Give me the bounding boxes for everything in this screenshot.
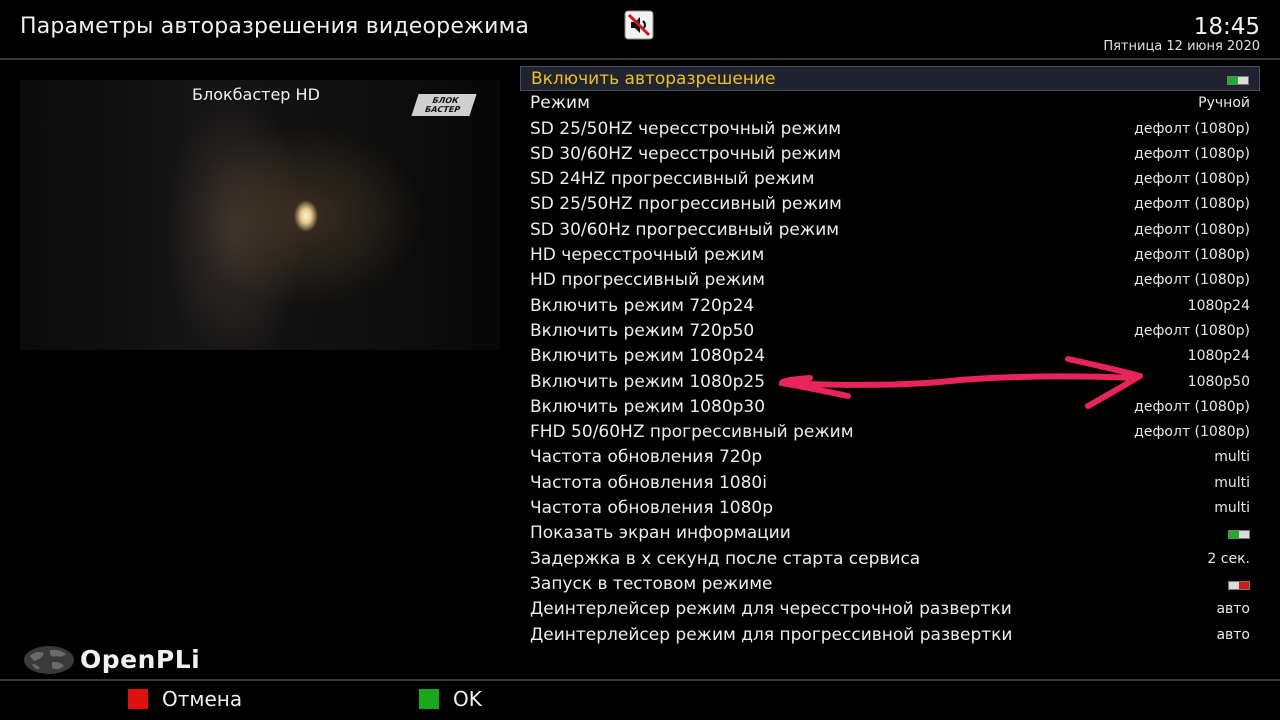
menu-row[interactable]: Частота обновления 1080p multi — [520, 496, 1260, 521]
menu-row-label: SD 25/50HZ чересстрочный режим — [530, 118, 842, 139]
menu-row[interactable]: Режим Ручной — [520, 91, 1260, 116]
menu-row[interactable]: Задержка в x секунд после старта сервиса… — [520, 547, 1260, 572]
ok-button[interactable]: OK — [419, 688, 519, 710]
menu-row-value: 1080p50 — [1187, 373, 1250, 390]
ok-label: OK — [453, 687, 482, 711]
menu-row[interactable]: SD 25/50HZ чересстрочный режим дефолт (10… — [520, 117, 1260, 142]
menu-row-value: дефолт (1080p) — [1134, 398, 1250, 415]
menu-row-label: Частота обновления 720p — [530, 447, 763, 468]
menu-row[interactable]: Частота обновления 1080i multi — [520, 471, 1260, 496]
menu-row-label: Включить режим 720p50 — [530, 320, 755, 341]
menu-row[interactable]: Показать экран информации — [520, 521, 1260, 546]
menu-row-value: дефолт (1080p) — [1134, 221, 1250, 238]
menu-row[interactable]: HD чересстрочный режим дефолт (1080p) — [520, 243, 1260, 268]
menu-row-label: Включить авторазрешение — [531, 69, 776, 89]
menu-row[interactable]: Включить режим 1080p30 дефолт (1080p) — [520, 395, 1260, 420]
menu-row[interactable]: FHD 50/60HZ прогрессивный режим дефолт (1… — [520, 420, 1260, 445]
menu-row[interactable]: SD 30/60Hz прогрессивный режим дефолт (10… — [520, 218, 1260, 243]
page-title: Параметры авторазрешения видеорежима — [20, 14, 530, 39]
menu-row-value: авто — [1216, 601, 1250, 618]
menu-row-label: Частота обновления 1080i — [530, 472, 767, 493]
menu-row-label: Деинтерлейсер режим для прогрессивной ра… — [530, 624, 1013, 645]
video-preview: Блокбастер HD БЛОК БАСТЕР — [20, 80, 500, 350]
header-divider — [0, 58, 1280, 60]
menu-row-value: дефолт (1080p) — [1134, 322, 1250, 339]
menu-row-value: Ручной — [1198, 95, 1250, 112]
menu-row-label: Показать экран информации — [530, 523, 791, 544]
menu-row[interactable]: SD 25/50HZ прогрессивный режим дефолт (10… — [520, 192, 1260, 217]
menu-row-value: дефолт (1080p) — [1134, 247, 1250, 264]
menu-row-value: авто — [1216, 626, 1250, 643]
menu-row-label: Деинтерлейсер режим для чересстрочной ра… — [530, 599, 1012, 620]
menu-row[interactable]: Включить режим 720p50 дефолт (1080p) — [520, 319, 1260, 344]
menu-row-label: HD прогрессивный режим — [530, 270, 765, 291]
menu-row[interactable]: HD прогрессивный режим дефолт (1080p) — [520, 268, 1260, 293]
date: Пятница 12 июня 2020 — [1103, 39, 1260, 54]
menu-row-label: SD 30/60Hz прогрессивный режим — [530, 219, 840, 240]
clock: 18:45 — [1193, 14, 1260, 40]
cancel-label: Отмена — [162, 687, 243, 711]
menu-row-label: SD 30/60HZ чересстрочный режим — [530, 143, 842, 164]
brand-name: OpenPLi — [80, 645, 201, 674]
toggle-on-icon[interactable] — [1227, 76, 1249, 85]
preview-channel-name: Блокбастер HD — [192, 85, 320, 104]
menu-row-value: multi — [1214, 500, 1250, 517]
globe-icon — [24, 646, 74, 674]
footer-divider — [0, 679, 1280, 681]
menu-row[interactable]: Включить режим 1080p24 1080p24 — [520, 344, 1260, 369]
menu-row-label: Задержка в x секунд после старта сервиса — [530, 548, 921, 569]
menu-row[interactable]: Деинтерлейсер режим для чересстрочной ра… — [520, 597, 1260, 622]
menu-row[interactable]: Включить режим 720p24 1080p24 — [520, 294, 1260, 319]
menu-row-label: Запуск в тестовом режиме — [530, 573, 773, 594]
green-key-icon — [419, 689, 439, 709]
menu-row[interactable]: Включить режим 1080p25 1080p50 — [520, 370, 1260, 395]
menu-row[interactable]: Запуск в тестовом режиме — [520, 572, 1260, 597]
settings-menu: Включить авторазрешение Режим Ручной SD 25/… — [520, 66, 1260, 648]
menu-row-label: Включить режим 1080p30 — [530, 396, 766, 417]
menu-row-label: Частота обновления 1080p — [530, 498, 774, 519]
menu-row-label: Включить режим 1080p24 — [530, 346, 766, 367]
menu-row[interactable]: Частота обновления 720p multi — [520, 445, 1260, 470]
menu-row-value: дефолт (1080p) — [1134, 196, 1250, 213]
menu-row[interactable]: Включить авторазрешение — [520, 66, 1260, 92]
channel-logo: БЛОК БАСТЕР — [411, 94, 477, 116]
menu-row[interactable]: SD 24HZ прогрессивный режим дефолт (1080p… — [520, 167, 1260, 192]
channel-logo-line1: БЛОК — [430, 96, 460, 105]
menu-row-value: multi — [1214, 449, 1250, 466]
menu-row-value: 1080p24 — [1187, 348, 1250, 365]
channel-logo-line2: БАСТЕР — [423, 105, 462, 114]
menu-row-value: дефолт (1080p) — [1134, 272, 1250, 289]
cancel-button[interactable]: Отмена — [128, 688, 288, 710]
mute-icon — [624, 10, 654, 40]
menu-row-label: Включить режим 1080p25 — [530, 371, 766, 392]
menu-row-label: SD 24HZ прогрессивный режим — [530, 169, 815, 190]
menu-row-value: дефолт (1080p) — [1134, 145, 1250, 162]
toggle-off-icon[interactable] — [1228, 580, 1250, 590]
menu-row[interactable]: SD 30/60HZ чересстрочный режим дефолт (10… — [520, 142, 1260, 167]
menu-row-value: дефолт (1080p) — [1134, 171, 1250, 188]
menu-row-label: Режим — [530, 93, 590, 114]
menu-row-label: FHD 50/60HZ прогрессивный режим — [530, 422, 854, 443]
menu-row-label: Включить режим 720p24 — [530, 295, 755, 316]
menu-row-value: дефолт (1080p) — [1134, 424, 1250, 441]
menu-row-value: дефолт (1080p) — [1134, 120, 1250, 137]
menu-row-label: SD 25/50HZ прогрессивный режим — [530, 194, 842, 215]
menu-row-value: 2 сек. — [1207, 550, 1250, 567]
menu-row-value: multi — [1214, 474, 1250, 491]
menu-row-value: 1080p24 — [1187, 297, 1250, 314]
toggle-on-icon[interactable] — [1228, 530, 1250, 540]
red-key-icon — [128, 689, 148, 709]
menu-row-label: HD чересстрочный режим — [530, 245, 765, 266]
menu-row[interactable]: Деинтерлейсер режим для прогрессивной ра… — [520, 623, 1260, 648]
